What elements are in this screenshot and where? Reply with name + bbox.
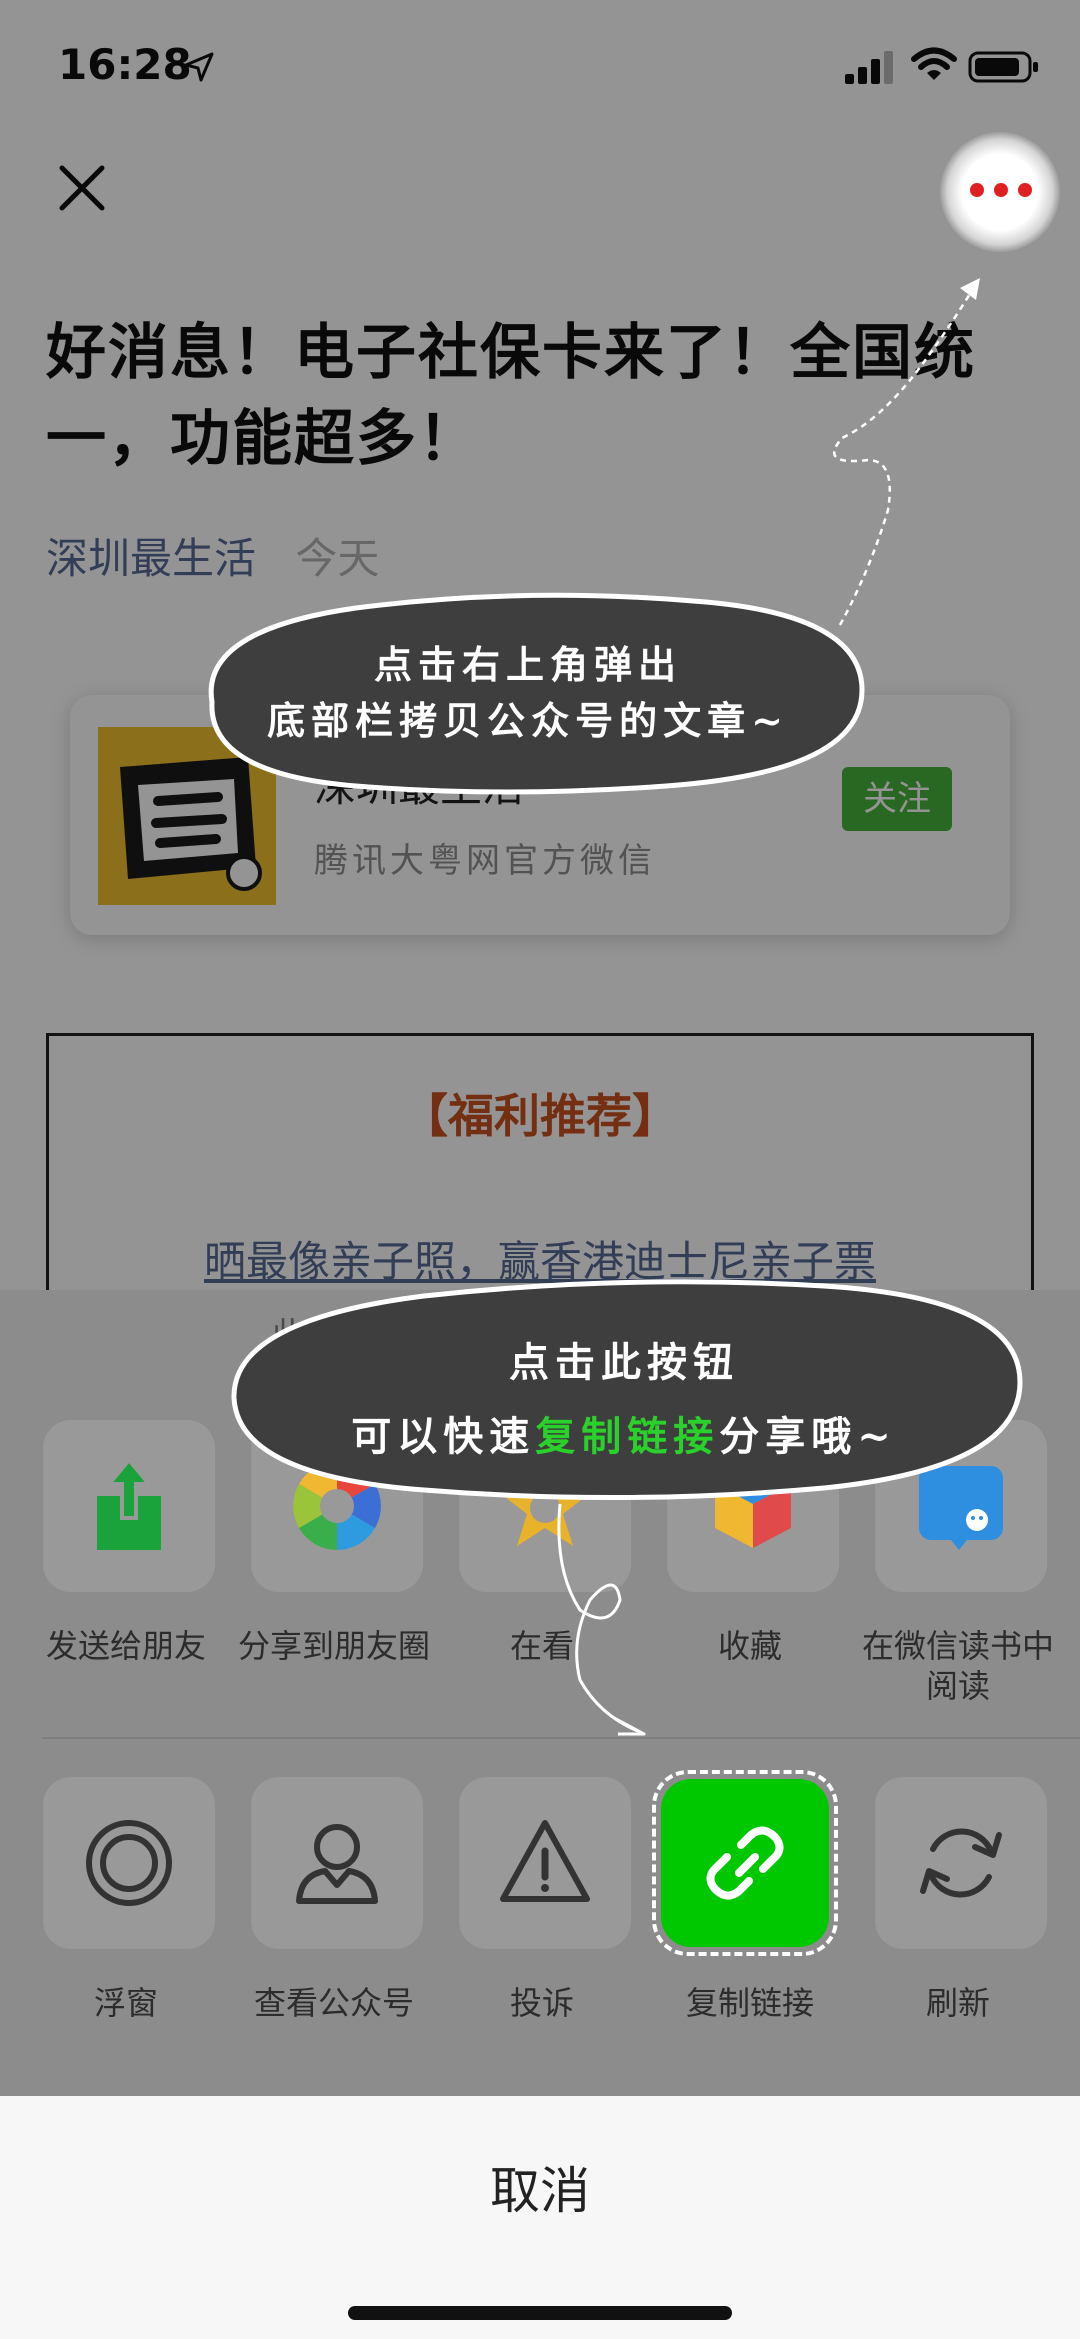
sheet-label: 投诉 [509,1984,574,2022]
warning-icon [500,1820,590,1902]
link-icon [706,1826,784,1900]
refresh-icon [920,1828,1002,1898]
sheet-label: 发送给朋友 [45,1627,206,1665]
sheet-label: 在微信读书中阅读 [861,1627,1054,1705]
cancel-button[interactable]: 取消 [0,2096,1080,2286]
sheet-label: 收藏 [717,1627,782,1665]
tip-text-line2: 可以快速复制链接分享哦~ [224,1404,1024,1462]
share-upload-icon [97,1456,161,1550]
refresh-tile [875,1777,1047,1949]
share-tile [43,1420,215,1592]
official-account-icon [296,1824,378,1904]
tip-text: 底部栏拷贝公众号的文章~ [267,698,789,743]
floating-window-icon [86,1820,172,1906]
tip-text: 点击此按钮 [509,1339,739,1386]
arrow-to-copy-link [557,1503,646,1736]
tip-text: 点击右上角弹出 [373,642,682,687]
floating-tile [43,1777,215,1949]
official-account-tile [251,1777,423,1949]
tip-bubble-bottom: 点击此按钮 可以快速复制链接分享哦~ [224,1268,1024,1506]
tip-text-highlight: 复制链接 [535,1413,720,1460]
home-indicator[interactable] [348,2306,732,2320]
cancel-bar: 取消 [0,2096,1080,2339]
report-tile [459,1777,631,1949]
tip-bubble-top: 点击右上角弹出 底部栏拷贝公众号的文章~ [186,590,870,796]
sheet-label: 分享到朋友圈 [237,1627,430,1665]
tip-text-prefix: 可以快速 [351,1413,536,1460]
more-dots-icon[interactable] [968,179,1034,201]
tip-text-suffix: 分享哦~ [719,1413,897,1460]
sheet-label: 浮窗 [93,1984,158,2022]
sheet-label: 刷新 [925,1984,990,2022]
sheet-label: 查看公众号 [253,1984,414,2022]
tools-row: 浮窗 查看公众号 投诉 复制链接 刷新 [0,1770,1080,2057]
arrow-to-more-icon [832,278,980,626]
copy-link-tile [661,1779,829,1947]
sheet-label: 复制链接 [685,1984,814,2022]
